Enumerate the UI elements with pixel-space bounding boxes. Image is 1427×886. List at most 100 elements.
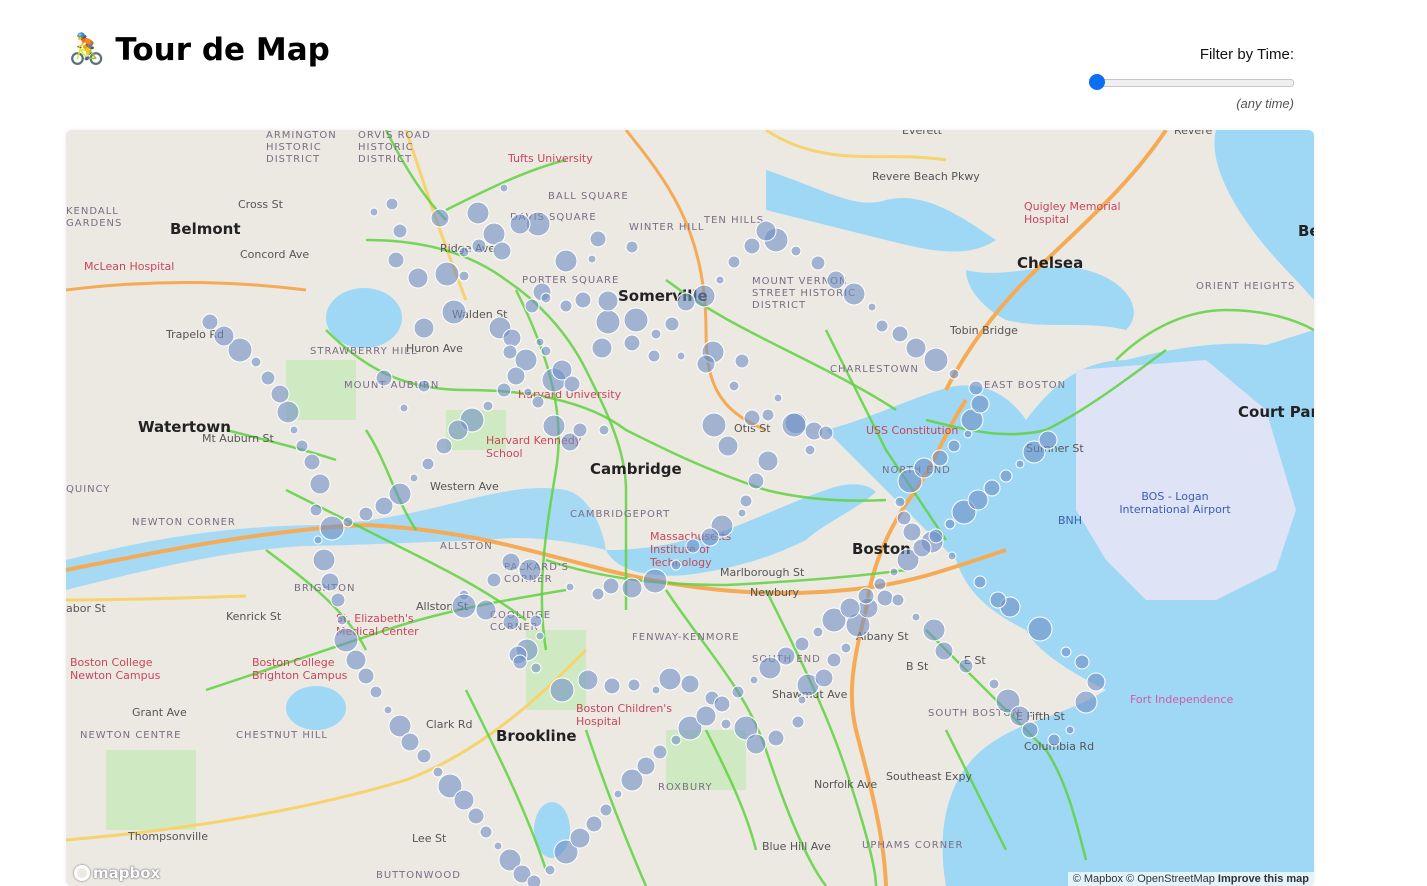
station-marker[interactable] — [563, 375, 581, 393]
station-marker[interactable] — [1060, 646, 1072, 658]
map-canvas[interactable]: Belmont Somerville Chelsea Watertown Cambrid… — [66, 130, 1314, 886]
station-marker[interactable] — [506, 366, 526, 386]
station-marker[interactable] — [623, 307, 649, 333]
station-marker[interactable] — [471, 238, 487, 254]
station-marker[interactable] — [502, 328, 522, 348]
station-marker[interactable] — [597, 290, 619, 312]
station-marker[interactable] — [652, 744, 668, 760]
station-marker[interactable] — [509, 213, 531, 235]
station-marker[interactable] — [1074, 690, 1098, 714]
station-marker[interactable] — [912, 538, 932, 558]
station-marker[interactable] — [569, 827, 591, 849]
station-marker[interactable] — [1038, 430, 1058, 450]
station-marker[interactable] — [658, 667, 682, 691]
station-marker[interactable] — [585, 815, 603, 833]
station-marker[interactable] — [342, 516, 354, 528]
station-marker[interactable] — [565, 582, 575, 592]
station-marker[interactable] — [409, 473, 419, 483]
station-marker[interactable] — [692, 284, 716, 308]
station-marker[interactable] — [842, 282, 866, 306]
station-marker[interactable] — [369, 685, 383, 699]
station-marker[interactable] — [988, 678, 1000, 690]
station-marker[interactable] — [333, 627, 359, 653]
station-marker[interactable] — [840, 642, 852, 654]
station-marker[interactable] — [250, 356, 262, 368]
station-marker[interactable] — [650, 328, 662, 340]
station-marker[interactable] — [826, 270, 846, 290]
station-marker[interactable] — [797, 695, 807, 705]
station-marker[interactable] — [502, 344, 518, 360]
station-marker[interactable] — [447, 419, 469, 441]
station-marker[interactable] — [647, 349, 661, 363]
station-marker[interactable] — [383, 705, 393, 715]
station-marker[interactable] — [482, 400, 494, 412]
station-marker[interactable] — [1074, 654, 1090, 670]
station-marker[interactable] — [358, 506, 374, 522]
station-marker[interactable] — [512, 654, 528, 670]
station-marker[interactable] — [595, 309, 621, 335]
station-marker[interactable] — [486, 572, 502, 588]
station-marker[interactable] — [743, 237, 761, 255]
station-marker[interactable] — [549, 677, 575, 703]
station-marker[interactable] — [999, 469, 1013, 483]
station-marker[interactable] — [330, 592, 346, 608]
station-marker[interactable] — [345, 649, 367, 671]
station-marker[interactable] — [524, 298, 540, 314]
station-marker[interactable] — [432, 766, 444, 778]
station-marker[interactable] — [518, 558, 542, 582]
station-marker[interactable] — [670, 734, 682, 746]
station-marker[interactable] — [535, 337, 545, 347]
station-marker[interactable] — [695, 705, 717, 727]
station-marker[interactable] — [392, 223, 408, 239]
station-marker[interactable] — [839, 597, 861, 619]
station-marker[interactable] — [577, 669, 599, 691]
station-marker[interactable] — [905, 337, 927, 359]
mapbox-logo[interactable]: mapbox — [74, 864, 160, 882]
station-marker[interactable] — [544, 864, 556, 876]
station-marker[interactable] — [559, 299, 573, 313]
station-marker[interactable] — [1015, 459, 1025, 469]
station-marker[interactable] — [289, 425, 299, 435]
station-marker[interactable] — [944, 518, 956, 530]
station-marker[interactable] — [369, 207, 379, 217]
station-marker[interactable] — [540, 292, 552, 304]
station-marker[interactable] — [434, 261, 460, 287]
station-marker[interactable] — [374, 496, 394, 516]
station-marker[interactable] — [696, 354, 716, 374]
station-marker[interactable] — [642, 568, 668, 594]
station-marker[interactable] — [791, 715, 805, 729]
station-marker[interactable] — [416, 748, 432, 764]
station-marker[interactable] — [958, 658, 974, 674]
station-marker[interactable] — [680, 674, 700, 694]
station-marker[interactable] — [467, 807, 485, 825]
station-marker[interactable] — [967, 489, 989, 511]
station-marker[interactable] — [458, 270, 470, 282]
station-marker[interactable] — [453, 789, 475, 811]
station-marker[interactable] — [685, 538, 701, 554]
station-marker[interactable] — [466, 201, 490, 225]
station-marker[interactable] — [1065, 725, 1075, 735]
station-marker[interactable] — [523, 387, 533, 397]
station-marker[interactable] — [812, 626, 824, 638]
station-marker[interactable] — [891, 593, 905, 607]
station-marker[interactable] — [757, 450, 779, 472]
station-marker[interactable] — [701, 412, 727, 438]
station-marker[interactable] — [715, 275, 725, 285]
station-marker[interactable] — [857, 587, 875, 605]
station-marker[interactable] — [312, 548, 336, 572]
station-marker[interactable] — [574, 291, 592, 309]
station-marker[interactable] — [947, 551, 957, 561]
station-marker[interactable] — [458, 246, 470, 258]
station-marker[interactable] — [320, 572, 340, 592]
station-marker[interactable] — [1021, 721, 1039, 739]
station-marker[interactable] — [589, 230, 607, 248]
station-marker[interactable] — [776, 646, 796, 666]
station-marker[interactable] — [804, 444, 816, 456]
station-marker[interactable] — [826, 652, 842, 668]
time-slider-thumb[interactable] — [1089, 74, 1105, 90]
station-marker[interactable] — [755, 220, 777, 242]
station-marker[interactable] — [922, 618, 946, 642]
station-marker[interactable] — [664, 316, 680, 332]
station-marker[interactable] — [983, 479, 1001, 497]
station-marker[interactable] — [923, 347, 949, 373]
